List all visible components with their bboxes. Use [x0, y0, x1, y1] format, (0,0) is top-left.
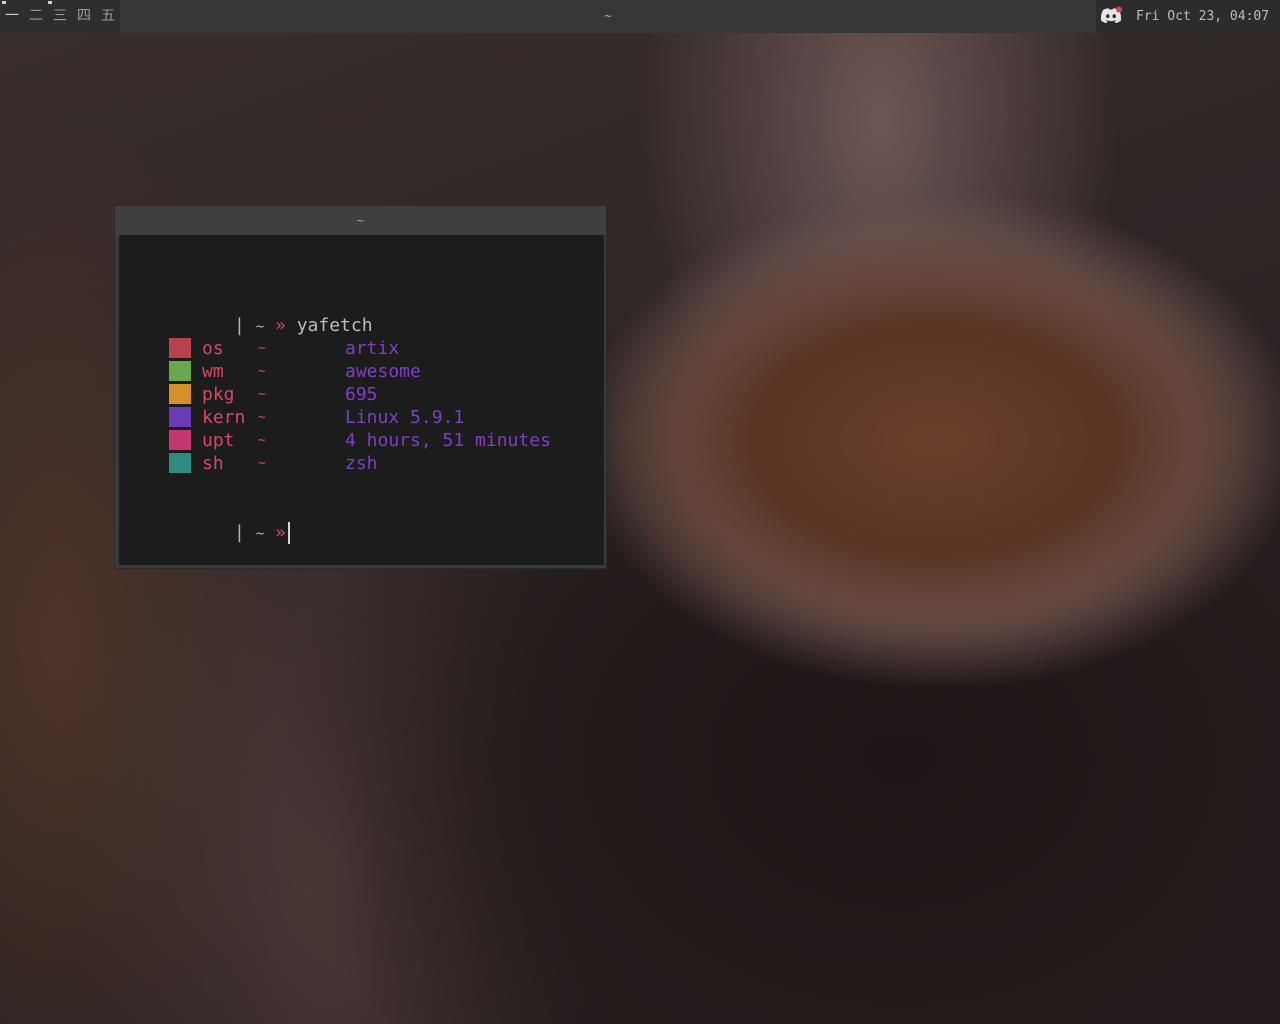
- color-swatch: [169, 430, 191, 450]
- focused-window-title: ~: [604, 9, 612, 23]
- text-cursor: [287, 522, 290, 544]
- fetch-separator: ~: [258, 433, 266, 448]
- top-bar: 一 二 三 四 五 ~ Fri Oct 23, 04:07: [0, 0, 1280, 33]
- fetch-separator: ~: [258, 410, 266, 425]
- terminal-window[interactable]: ~ | ~ » yafetch os ~ artix wm ~ awesome pkg ~69…: [114, 205, 607, 569]
- tag-2[interactable]: 二: [24, 0, 48, 33]
- color-swatch: [169, 407, 191, 427]
- command-text: yafetch: [296, 315, 373, 336]
- fetch-value: awesome: [345, 361, 421, 382]
- tag-5[interactable]: 五: [96, 0, 120, 33]
- prompt-arrow: »: [275, 315, 286, 336]
- fetch-key: upt: [202, 430, 235, 451]
- fetch-key: wm: [202, 361, 224, 382]
- fetch-separator: ~: [258, 364, 266, 379]
- prompt-line-active[interactable]: | ~ »: [169, 498, 290, 544]
- fetch-key: pkg: [202, 384, 235, 405]
- fetch-separator: ~: [258, 387, 266, 402]
- fetch-separator: ~: [258, 456, 266, 471]
- fetch-value: Linux 5.9.1: [345, 407, 465, 428]
- color-swatch: [169, 453, 191, 473]
- prompt-arrow: »: [275, 522, 286, 543]
- fetch-value: 4 hours, 51 minutes: [345, 430, 551, 451]
- fetch-key: sh: [202, 453, 224, 474]
- discord-icon[interactable]: [1099, 6, 1123, 26]
- terminal-body[interactable]: | ~ » yafetch os ~ artix wm ~ awesome pkg ~695 k…: [119, 235, 604, 565]
- tag-list: 一 二 三 四 五: [0, 0, 120, 33]
- tag-4[interactable]: 四: [72, 0, 96, 33]
- fetch-separator: ~: [258, 341, 266, 356]
- fetch-value: artix: [345, 338, 400, 359]
- fetch-key: kern: [202, 407, 246, 428]
- tag-3[interactable]: 三: [48, 0, 72, 33]
- color-swatch: [169, 361, 191, 381]
- clock: Fri Oct 23, 04:07: [1136, 9, 1270, 24]
- prompt-line: | ~ » yafetch: [169, 291, 373, 336]
- prompt-cwd: ~: [255, 526, 265, 542]
- fetch-value: zsh: [345, 453, 378, 474]
- fetch-value: 695: [345, 384, 378, 405]
- prompt-bar: |: [234, 522, 245, 543]
- tag-1[interactable]: 一: [0, 0, 24, 33]
- prompt-bar: |: [234, 315, 245, 336]
- fetch-key: os: [202, 338, 224, 359]
- prompt-cwd: ~: [255, 319, 265, 335]
- color-swatch: [169, 384, 191, 404]
- color-swatch: [169, 338, 191, 358]
- terminal-titlebar[interactable]: ~: [115, 206, 606, 235]
